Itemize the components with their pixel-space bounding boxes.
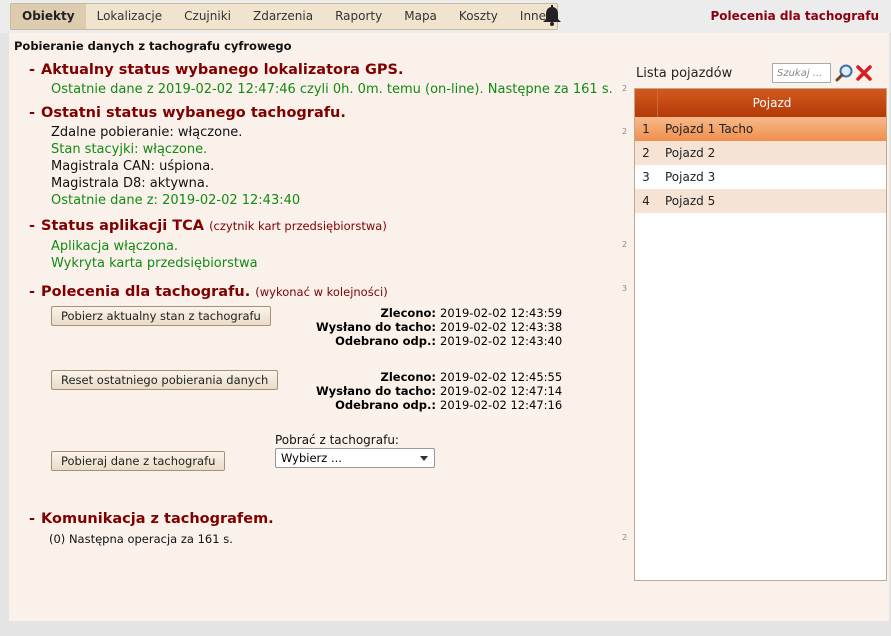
communication-section-title: - Komunikacja z tachografem.	[29, 511, 274, 527]
tca-title-text: Status aplikacji TCA	[41, 218, 204, 234]
sent-label: Wysłano do tacho:	[315, 384, 436, 398]
vehicle-name: Pojazd 5	[665, 194, 716, 208]
command-1-received: Odebrano odp.: 2019-02-02 12:43:40	[309, 334, 563, 348]
ordered-label: Zlecono:	[380, 306, 436, 320]
side-number: 2	[622, 127, 628, 136]
gps-title-text: Aktualny status wybanego lokalizatora GP…	[41, 62, 404, 78]
download-data-button[interactable]: Pobieraj dane z tachografu	[51, 451, 226, 471]
side-number: 2	[622, 240, 628, 249]
top-bar: Obiekty Lokalizacje Czujniki Zdarzenia R…	[0, 0, 891, 33]
download-select-value: Wybierz ...	[281, 451, 342, 465]
table-row[interactable]: 1 Pojazd 1 Tacho	[635, 117, 886, 141]
tca-note: (czytnik kart przedsiębiorstwa)	[209, 219, 387, 233]
row-number: 3	[642, 170, 650, 184]
vehicle-name: Pojazd 1 Tacho	[665, 122, 754, 136]
communication-section: - Komunikacja z tachografem. (0) Następna…	[29, 511, 274, 548]
vehicle-search-input[interactable]	[772, 63, 831, 83]
tacho-section-title: - Ostatni status wybanego tachografu.	[29, 105, 346, 121]
reset-last-download-button[interactable]: Reset ostatniego pobierania danych	[51, 370, 279, 390]
gps-section-title: - Aktualny status wybanego lokalizatora G…	[29, 62, 404, 78]
tacho-title-text: Ostatni status wybanego tachografu.	[41, 105, 346, 121]
commands-section-title: - Polecenia dla tachografu. (wykonać w ko…	[29, 284, 388, 300]
download-select-label: Pobrać z tachografu:	[275, 433, 399, 447]
tca-card-status: Wykryta karta przedsiębiorstwa	[51, 256, 258, 271]
ordered-value: 2019-02-02 12:45:55	[440, 370, 563, 384]
commands-section: - Polecenia dla tachografu. (wykonać w ko…	[29, 284, 388, 300]
gps-status-line: Ostatnie dane z 2019-02-02 12:47:46 czyl…	[51, 82, 613, 97]
main-menu: Obiekty Lokalizacje Czujniki Zdarzenia R…	[10, 3, 559, 30]
tacho-last-data: Ostatnie dane z: 2019-02-02 12:43:40	[51, 193, 301, 208]
ordered-value: 2019-02-02 12:43:59	[440, 306, 563, 320]
get-current-state-button[interactable]: Pobierz aktualny stan z tachografu	[51, 306, 271, 326]
table-row[interactable]: 2 Pojazd 2	[635, 141, 886, 165]
menu-item-czujniki[interactable]: Czujniki	[173, 4, 242, 29]
search-icon[interactable]	[835, 63, 855, 83]
vehicle-table: Pojazd 1 Pojazd 1 Tacho 2 Pojazd 2 3 Poj…	[634, 88, 887, 581]
vehicle-name: Pojazd 2	[665, 146, 716, 160]
communication-title-text: Komunikacja z tachografem.	[41, 511, 274, 527]
tca-app-status: Aplikacja włączona.	[51, 239, 179, 254]
vehicle-name: Pojazd 3	[665, 170, 716, 184]
command-1-ordered: Zlecono: 2019-02-02 12:43:59	[309, 306, 563, 320]
tca-status-section: - Status aplikacji TCA (czytnik kart prze…	[29, 218, 387, 272]
command-2-received: Odebrano odp.: 2019-02-02 12:47:16	[309, 398, 563, 412]
command-1-sent: Wysłano do tacho: 2019-02-02 12:43:38	[309, 320, 563, 334]
ordered-label: Zlecono:	[380, 370, 436, 384]
received-value: 2019-02-02 12:43:40	[440, 334, 563, 348]
side-number: 2	[622, 533, 628, 542]
tacho-can-bus: Magistrala CAN: uśpiona.	[51, 159, 215, 174]
row-number-header	[635, 89, 658, 117]
sent-label: Wysłano do tacho:	[315, 320, 436, 334]
command-1-status: Zlecono: 2019-02-02 12:43:59 Wysłano do t…	[309, 306, 563, 348]
bell-icon[interactable]	[541, 5, 563, 27]
command-2-ordered: Zlecono: 2019-02-02 12:45:55	[309, 370, 563, 384]
download-select[interactable]: Wybierz ...	[275, 448, 435, 468]
side-number: 3	[622, 284, 628, 293]
close-icon[interactable]	[854, 63, 874, 83]
table-row[interactable]: 3 Pojazd 3	[635, 165, 886, 189]
commands-note: (wykonać w kolejności)	[255, 285, 388, 299]
menu-item-obiekty[interactable]: Obiekty	[11, 4, 86, 29]
tca-section-title: - Status aplikacji TCA (czytnik kart prze…	[29, 218, 387, 234]
table-row[interactable]: 4 Pojazd 5	[635, 189, 886, 213]
vehicle-table-header: Pojazd	[635, 89, 886, 117]
row-number: 1	[642, 122, 650, 136]
page-heading: Polecenia dla tachografu	[710, 9, 879, 23]
page-subtitle: Pobieranie danych z tachografu cyfrowego	[14, 39, 292, 53]
command-2-status: Zlecono: 2019-02-02 12:45:55 Wysłano do t…	[309, 370, 563, 412]
received-label: Odebrano odp.:	[335, 398, 436, 412]
menu-item-koszty[interactable]: Koszty	[448, 4, 509, 29]
chevron-down-icon	[420, 456, 428, 461]
command-2-sent: Wysłano do tacho: 2019-02-02 12:47:14	[309, 384, 563, 398]
menu-item-zdarzenia[interactable]: Zdarzenia	[242, 4, 324, 29]
menu-item-raporty[interactable]: Raporty	[324, 4, 393, 29]
commands-title-text: Polecenia dla tachografu.	[41, 284, 251, 300]
tacho-d8-bus: Magistrala D8: aktywna.	[51, 176, 209, 191]
row-number: 2	[642, 146, 650, 160]
tacho-ignition: Stan stacyjki: włączone.	[51, 142, 208, 157]
tacho-remote-download: Zdalne pobieranie: włączone.	[51, 125, 243, 140]
vehicle-list-title: Lista pojazdów	[636, 66, 733, 81]
column-header-pojazd[interactable]: Pojazd	[658, 89, 886, 117]
row-number: 4	[642, 194, 650, 208]
communication-status: (0) Następna operacja za 161 s.	[49, 532, 233, 546]
side-number: 2	[622, 84, 628, 93]
sent-value: 2019-02-02 12:43:38	[440, 320, 563, 334]
tacho-status-section: - Ostatni status wybanego tachografu. Zda…	[29, 105, 346, 209]
menu-item-lokalizacje[interactable]: Lokalizacje	[86, 4, 174, 29]
received-label: Odebrano odp.:	[335, 334, 436, 348]
gps-status-section: - Aktualny status wybanego lokalizatora G…	[29, 62, 613, 98]
main-panel: Pobieranie danych z tachografu cyfrowego…	[9, 33, 889, 621]
menu-item-mapa[interactable]: Mapa	[393, 4, 448, 29]
sent-value: 2019-02-02 12:47:14	[440, 384, 563, 398]
received-value: 2019-02-02 12:47:16	[440, 398, 563, 412]
